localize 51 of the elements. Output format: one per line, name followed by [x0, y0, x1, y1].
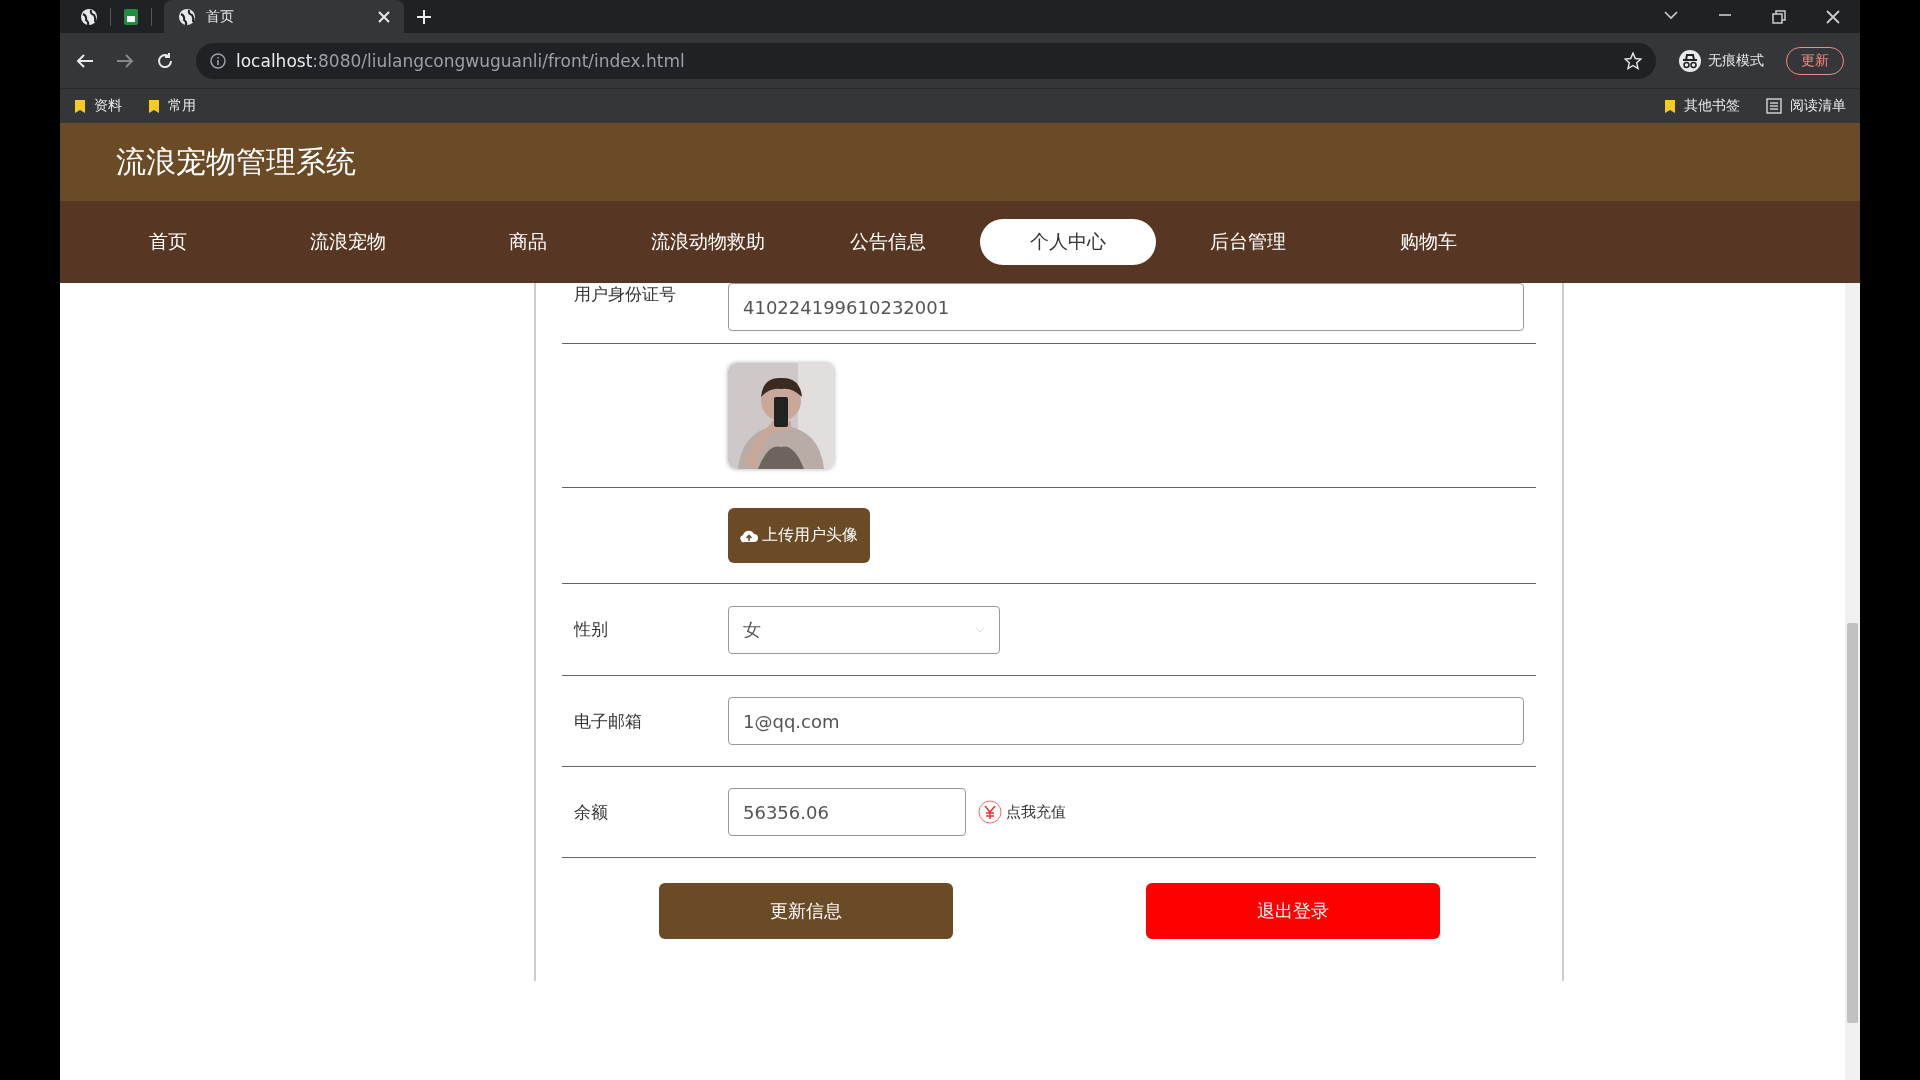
- folder-icon: [1664, 98, 1676, 114]
- yen-icon: [978, 800, 1002, 824]
- browser-tab[interactable]: 首页: [164, 0, 404, 33]
- sheet-icon[interactable]: [123, 7, 139, 26]
- cloud-upload-icon: [740, 528, 758, 543]
- close-icon[interactable]: [378, 10, 390, 23]
- nav-link[interactable]: 流浪动物救助: [620, 219, 796, 265]
- close-icon[interactable]: [1826, 9, 1840, 24]
- forward-icon[interactable]: [116, 52, 134, 69]
- reading-list-button[interactable]: 阅读清单: [1766, 97, 1846, 115]
- bookmark-item[interactable]: 资料: [74, 97, 122, 115]
- bookmark-icon: [74, 98, 86, 114]
- incognito-label: 无痕模式: [1708, 51, 1764, 70]
- list-icon: [1766, 98, 1782, 114]
- nav-link[interactable]: 购物车: [1340, 219, 1516, 265]
- text-field[interactable]: 1@qq.com: [728, 697, 1524, 745]
- field-label: 余额: [574, 800, 609, 824]
- nav-link[interactable]: 商品: [440, 219, 616, 265]
- scrollbar-thumb[interactable]: [1847, 623, 1858, 1023]
- nav-link[interactable]: 公告信息: [800, 219, 976, 265]
- text-field[interactable]: 410224199610232001: [728, 283, 1524, 331]
- logout-button[interactable]: 退出登录: [1145, 883, 1440, 939]
- url-text: localhost:8080/liulangcongwuguanli/front/index.html: [236, 50, 685, 71]
- chevron-down-icon: [975, 626, 985, 633]
- incognito-icon: [1678, 48, 1702, 73]
- info-icon: [210, 52, 226, 69]
- globe-icon[interactable]: [80, 7, 98, 26]
- gender-select[interactable]: 女: [728, 605, 1000, 654]
- recharge-link[interactable]: 点我充值: [1006, 802, 1066, 822]
- field-label: 电子邮箱: [574, 709, 643, 733]
- field-label: 用户身份证号: [574, 283, 677, 306]
- nav-link[interactable]: 流浪宠物: [260, 219, 436, 265]
- upload-button[interactable]: 上传用户头像: [728, 508, 870, 563]
- nav-link[interactable]: 首页: [80, 219, 256, 265]
- restore-icon[interactable]: [1772, 9, 1786, 24]
- balance-field: 56356.06: [728, 788, 966, 836]
- bookmark-item[interactable]: 常用: [148, 97, 196, 115]
- bookmark-icon: [148, 98, 160, 114]
- nav-link[interactable]: 个人中心: [980, 219, 1156, 265]
- address-bar[interactable]: localhost:8080/liulangcongwuguanli/front/index.html: [196, 42, 1656, 79]
- field-label: 性别: [574, 618, 609, 641]
- nav-link[interactable]: 后台管理: [1160, 219, 1336, 265]
- update-button[interactable]: 更新信息: [658, 883, 953, 939]
- globe-icon: [178, 7, 196, 26]
- back-icon[interactable]: [76, 52, 94, 69]
- reload-icon[interactable]: [156, 51, 174, 70]
- site-title: 流浪宠物管理系统: [116, 142, 356, 181]
- bookmark-item[interactable]: 其他书签: [1664, 97, 1740, 115]
- star-icon[interactable]: [1624, 51, 1642, 70]
- new-tab-icon[interactable]: [416, 8, 432, 25]
- chevron-down-icon[interactable]: [1664, 9, 1678, 20]
